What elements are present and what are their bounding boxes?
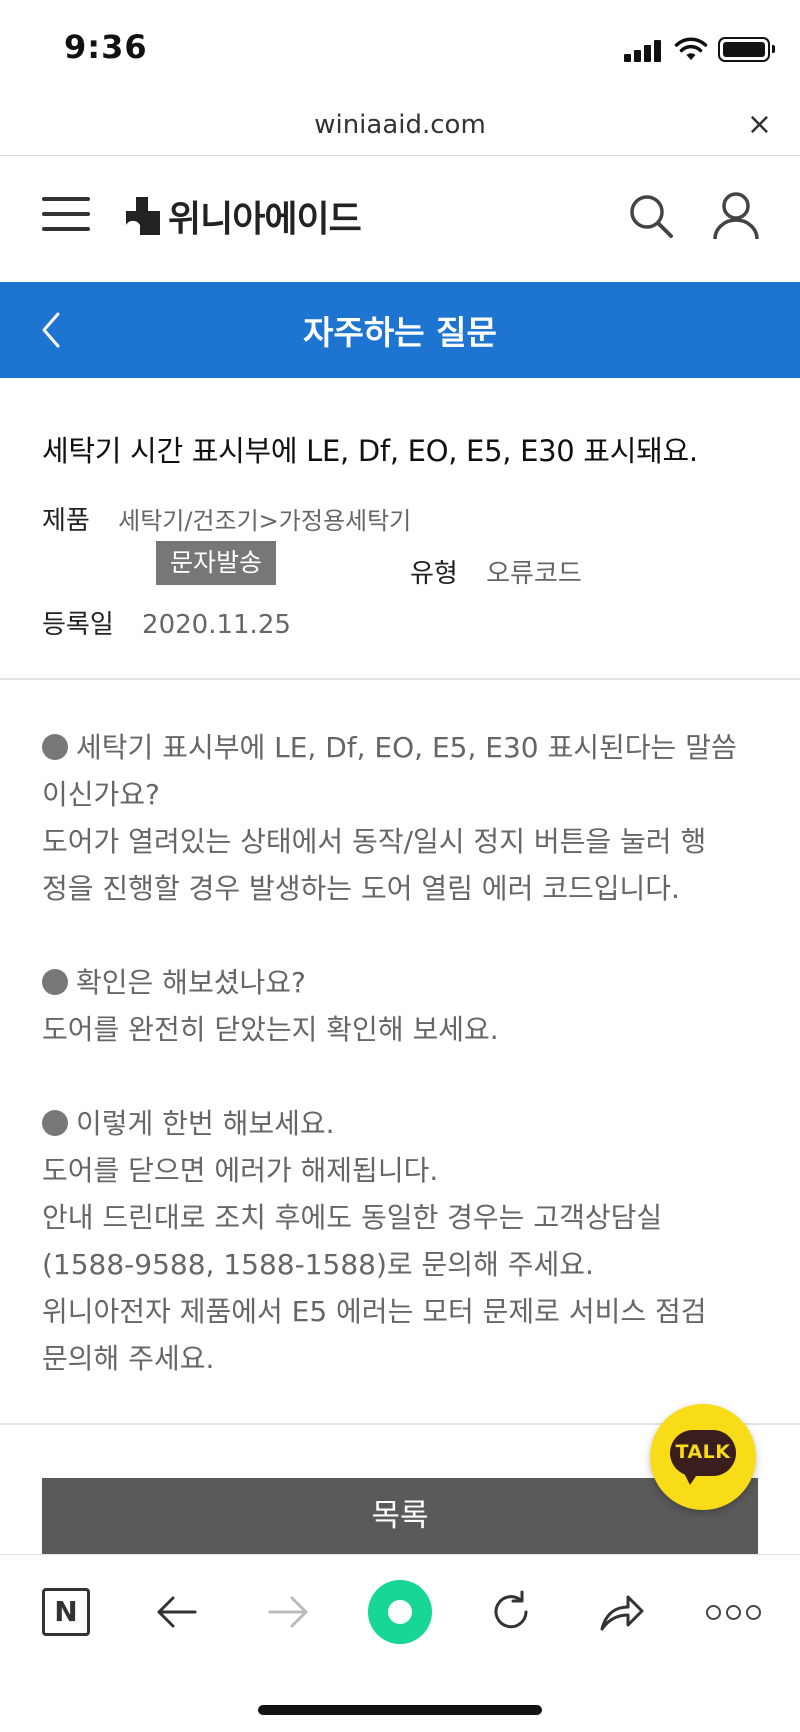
url-bar: winiaaid.com × bbox=[0, 100, 800, 156]
title-band: 자주하는 질문 bbox=[0, 282, 800, 378]
user-icon[interactable] bbox=[712, 191, 760, 241]
answer-line: 정을 진행할 경우 발생하는 도어 열림 에러 코드입니다. bbox=[42, 872, 680, 905]
date-row: 등록일 2020.11.25 bbox=[42, 604, 291, 641]
status-time: 9:36 bbox=[64, 28, 148, 66]
bullet-icon bbox=[42, 734, 68, 760]
answer-line: 도어를 완전히 닫았는지 확인해 보세요. bbox=[42, 1013, 499, 1046]
talk-label: TALK bbox=[675, 1441, 731, 1463]
browser-toolbar: N bbox=[0, 1554, 800, 1732]
faq-question: 세탁기 시간 표시부에 LE, Df, EO, E5, E30 표시돼요. bbox=[42, 434, 698, 468]
type-row: 유형 오류코드 bbox=[410, 553, 582, 590]
url-text[interactable]: winiaaid.com bbox=[0, 110, 800, 140]
forward-button[interactable] bbox=[253, 1577, 323, 1647]
chat-bubble-icon: TALK bbox=[670, 1430, 736, 1485]
arrow-right-icon bbox=[268, 1596, 308, 1628]
menu-icon[interactable] bbox=[42, 197, 90, 231]
share-button[interactable] bbox=[587, 1577, 657, 1647]
status-bar: 9:36 bbox=[0, 0, 800, 100]
type-label: 유형 bbox=[410, 559, 458, 589]
back-button[interactable] bbox=[142, 1577, 212, 1647]
product-value: 세탁기/건조기>가정용세탁기 bbox=[118, 507, 412, 535]
product-label: 제품 bbox=[42, 506, 90, 536]
answer-line bbox=[42, 912, 762, 959]
bullet-icon bbox=[42, 969, 68, 995]
battery-icon bbox=[718, 37, 775, 62]
search-icon[interactable] bbox=[628, 193, 674, 239]
wifi-icon bbox=[674, 37, 708, 60]
type-value: 오류코드 bbox=[486, 559, 582, 589]
answer-line: 도어를 닫으면 에러가 해제됩니다. bbox=[42, 1154, 439, 1187]
page-title: 자주하는 질문 bbox=[303, 313, 497, 352]
date-value: 2020.11.25 bbox=[142, 610, 291, 640]
answer-line: (1588-9588, 1588-1588)로 문의해 주세요. bbox=[42, 1248, 594, 1281]
more-dots-icon bbox=[705, 1604, 761, 1620]
logo-text: 위니아에이드 bbox=[168, 199, 362, 240]
answer-line: 이렇게 한번 해보세요. bbox=[42, 1100, 762, 1147]
more-button[interactable] bbox=[698, 1577, 768, 1647]
refresh-icon bbox=[494, 1590, 528, 1629]
naver-green-dot-button[interactable] bbox=[365, 1577, 435, 1647]
answer-line: 세탁기 표시부에 LE, Df, EO, E5, E30 표시된다는 말씀 bbox=[42, 724, 762, 771]
list-button[interactable]: 목록 bbox=[42, 1478, 758, 1554]
answer-line: 문의해 주세요. bbox=[42, 1342, 215, 1375]
green-dot-icon bbox=[368, 1580, 432, 1644]
naver-n-icon: N bbox=[42, 1588, 90, 1636]
share-icon bbox=[600, 1595, 644, 1631]
kakao-talk-button[interactable]: TALK bbox=[650, 1404, 756, 1510]
signal-icon bbox=[624, 40, 664, 62]
product-row: 제품 세탁기/건조기>가정용세탁기 bbox=[42, 500, 411, 537]
answer-line: 도어가 열려있는 상태에서 동작/일시 정지 버튼을 눌러 행 bbox=[42, 825, 707, 858]
naver-home-button[interactable]: N bbox=[31, 1577, 101, 1647]
logo[interactable]: 위니아에이드 bbox=[126, 193, 362, 240]
answer-line: 위니아전자 제품에서 E5 에러는 모터 문제로 서비스 점검 bbox=[42, 1295, 707, 1328]
faq-answer: 세탁기 표시부에 LE, Df, EO, E5, E30 표시된다는 말씀 이신… bbox=[42, 724, 762, 1382]
site-header: 위니아에이드 bbox=[0, 157, 800, 282]
answer-line bbox=[42, 1053, 762, 1100]
logo-mark-icon bbox=[126, 197, 160, 235]
close-icon[interactable]: × bbox=[747, 110, 772, 140]
sms-button[interactable]: 문자발송 bbox=[156, 541, 276, 585]
home-indicator bbox=[258, 1705, 542, 1715]
answer-line: 이신가요? bbox=[42, 778, 160, 811]
divider bbox=[0, 678, 800, 680]
refresh-button[interactable] bbox=[476, 1577, 546, 1647]
arrow-left-icon bbox=[157, 1596, 197, 1628]
answer-line: 안내 드린대로 조치 후에도 동일한 경우는 고객상담실 bbox=[42, 1201, 663, 1234]
bullet-icon bbox=[42, 1110, 68, 1136]
date-label: 등록일 bbox=[42, 610, 114, 640]
answer-line: 확인은 해보셨나요? bbox=[42, 959, 762, 1006]
